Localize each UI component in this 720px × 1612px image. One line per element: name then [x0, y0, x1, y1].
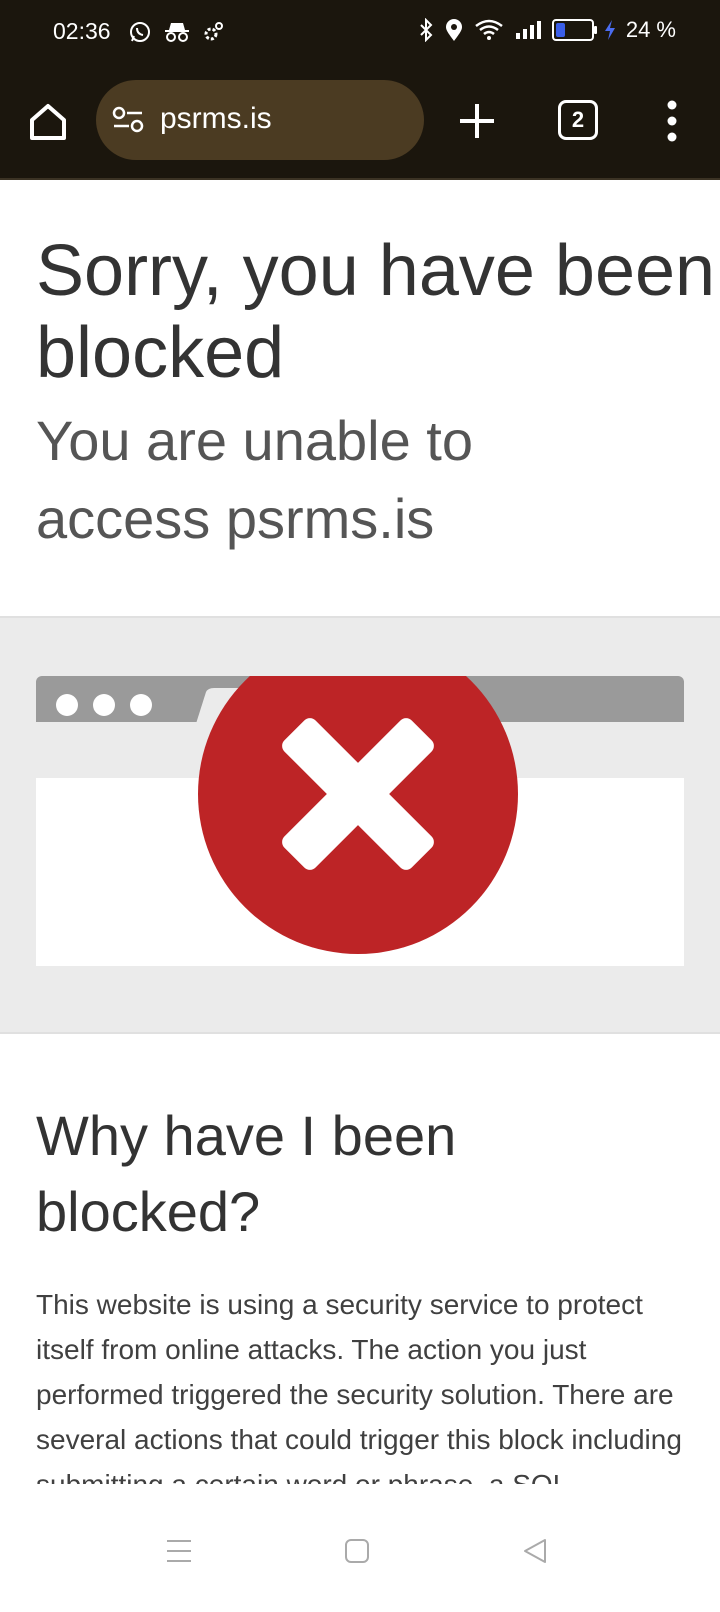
page-title: Sorry, you have been blocked [36, 231, 716, 393]
browser-toolbar: psrms.is 2 [0, 68, 720, 180]
home-nav-icon[interactable] [344, 1538, 370, 1564]
settings-icon [204, 22, 223, 41]
why-blocked-heading: Why have I been blocked? [36, 1104, 457, 1243]
page-subtitle: You are unable to access psrms.is [36, 409, 473, 550]
status-bar: 02:36 24 % [0, 0, 720, 68]
battery-icon [551, 19, 597, 41]
location-icon [445, 19, 462, 41]
why-blocked-text: This website is using a security service… [36, 1289, 682, 1500]
charging-icon [604, 20, 615, 40]
new-tab-icon[interactable] [456, 100, 498, 142]
signal-icon [515, 21, 541, 39]
url-text: psrms.is [160, 102, 272, 135]
site-settings-icon[interactable] [112, 106, 144, 134]
home-icon[interactable] [26, 100, 70, 144]
menu-icon[interactable] [662, 98, 682, 144]
wifi-icon [475, 19, 503, 40]
blocked-illustration [0, 616, 720, 1034]
whatsapp-icon [130, 22, 150, 42]
back-icon[interactable] [522, 1538, 548, 1564]
status-time: 02:36 [53, 18, 111, 44]
battery-percent: 24 % [625, 17, 676, 42]
tab-switcher-icon[interactable]: 2 [558, 100, 598, 140]
incognito-icon [165, 23, 189, 42]
navigation-bar [0, 1484, 720, 1612]
address-bar[interactable]: psrms.is [96, 80, 424, 160]
bluetooth-icon [420, 18, 433, 42]
recent-apps-icon[interactable] [166, 1538, 192, 1564]
